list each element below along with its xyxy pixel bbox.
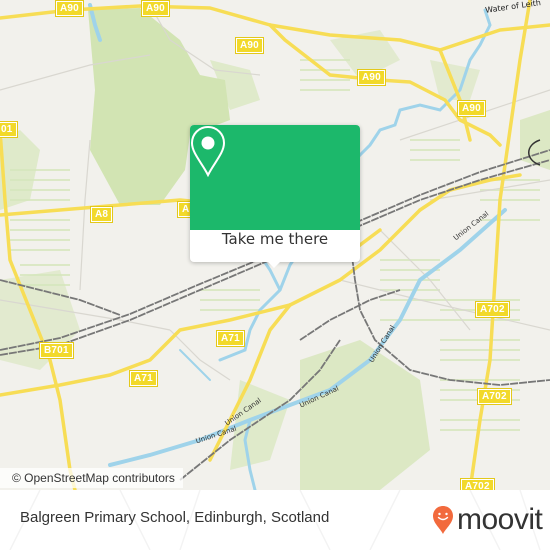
road-label-a702: A702	[477, 388, 512, 405]
road-label-a71: A71	[216, 330, 245, 347]
popup-header	[190, 125, 360, 230]
moovit-logo-text: moovit	[457, 503, 543, 536]
map[interactable]: A90 A90 A90 A90 A90 A8 A 01 A71 A71 A71 …	[0, 0, 550, 490]
map-attribution[interactable]: © OpenStreetMap contributors	[0, 468, 183, 488]
road-label-a8: A8	[89, 206, 114, 223]
location-popup: Take me there	[190, 125, 360, 268]
road-label-a901-partial: 01	[0, 121, 18, 138]
road-label-a90: A90	[235, 37, 264, 54]
place-title: Balgreen Primary School, Edinburgh, Scot…	[20, 509, 330, 526]
take-me-there-button[interactable]: Take me there	[190, 230, 360, 262]
road-label-a702: A702	[460, 478, 495, 490]
popup-pointer	[267, 261, 281, 268]
road-label-a90: A90	[141, 0, 170, 17]
map-pin-icon	[190, 125, 226, 177]
road-label-a90: A90	[357, 69, 386, 86]
moovit-pin-icon	[433, 506, 453, 534]
road-label-a702: A702	[475, 301, 510, 318]
road-label-a90: A90	[55, 0, 84, 17]
moovit-logo[interactable]: moovit	[432, 502, 543, 538]
road-label-b701: B701	[39, 342, 74, 359]
road-label-a90: A90	[457, 100, 486, 117]
road-label-a71: A71	[129, 370, 158, 387]
